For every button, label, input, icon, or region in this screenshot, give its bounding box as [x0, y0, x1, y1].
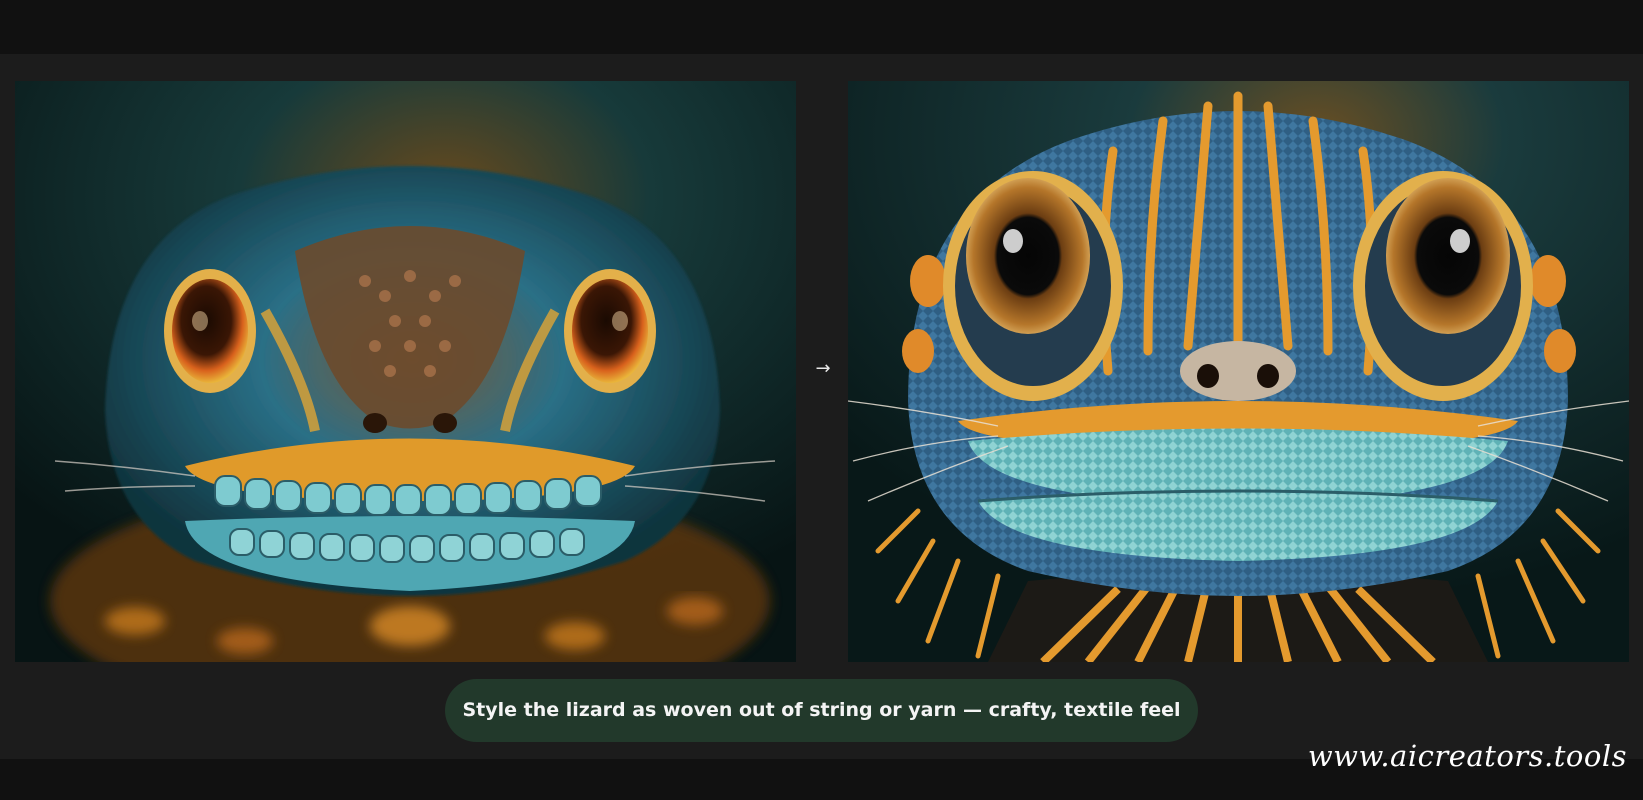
yarn-lizard-face	[848, 81, 1629, 662]
arrow-right-icon: →	[815, 358, 831, 379]
lizard-face-photo	[15, 81, 796, 662]
after-image	[848, 81, 1629, 662]
watermark-text: www.aicreators.tools	[1307, 739, 1627, 773]
top-bar	[0, 0, 1643, 54]
prompt-caption: Style the lizard as woven out of string …	[445, 679, 1198, 742]
before-image	[15, 81, 796, 662]
